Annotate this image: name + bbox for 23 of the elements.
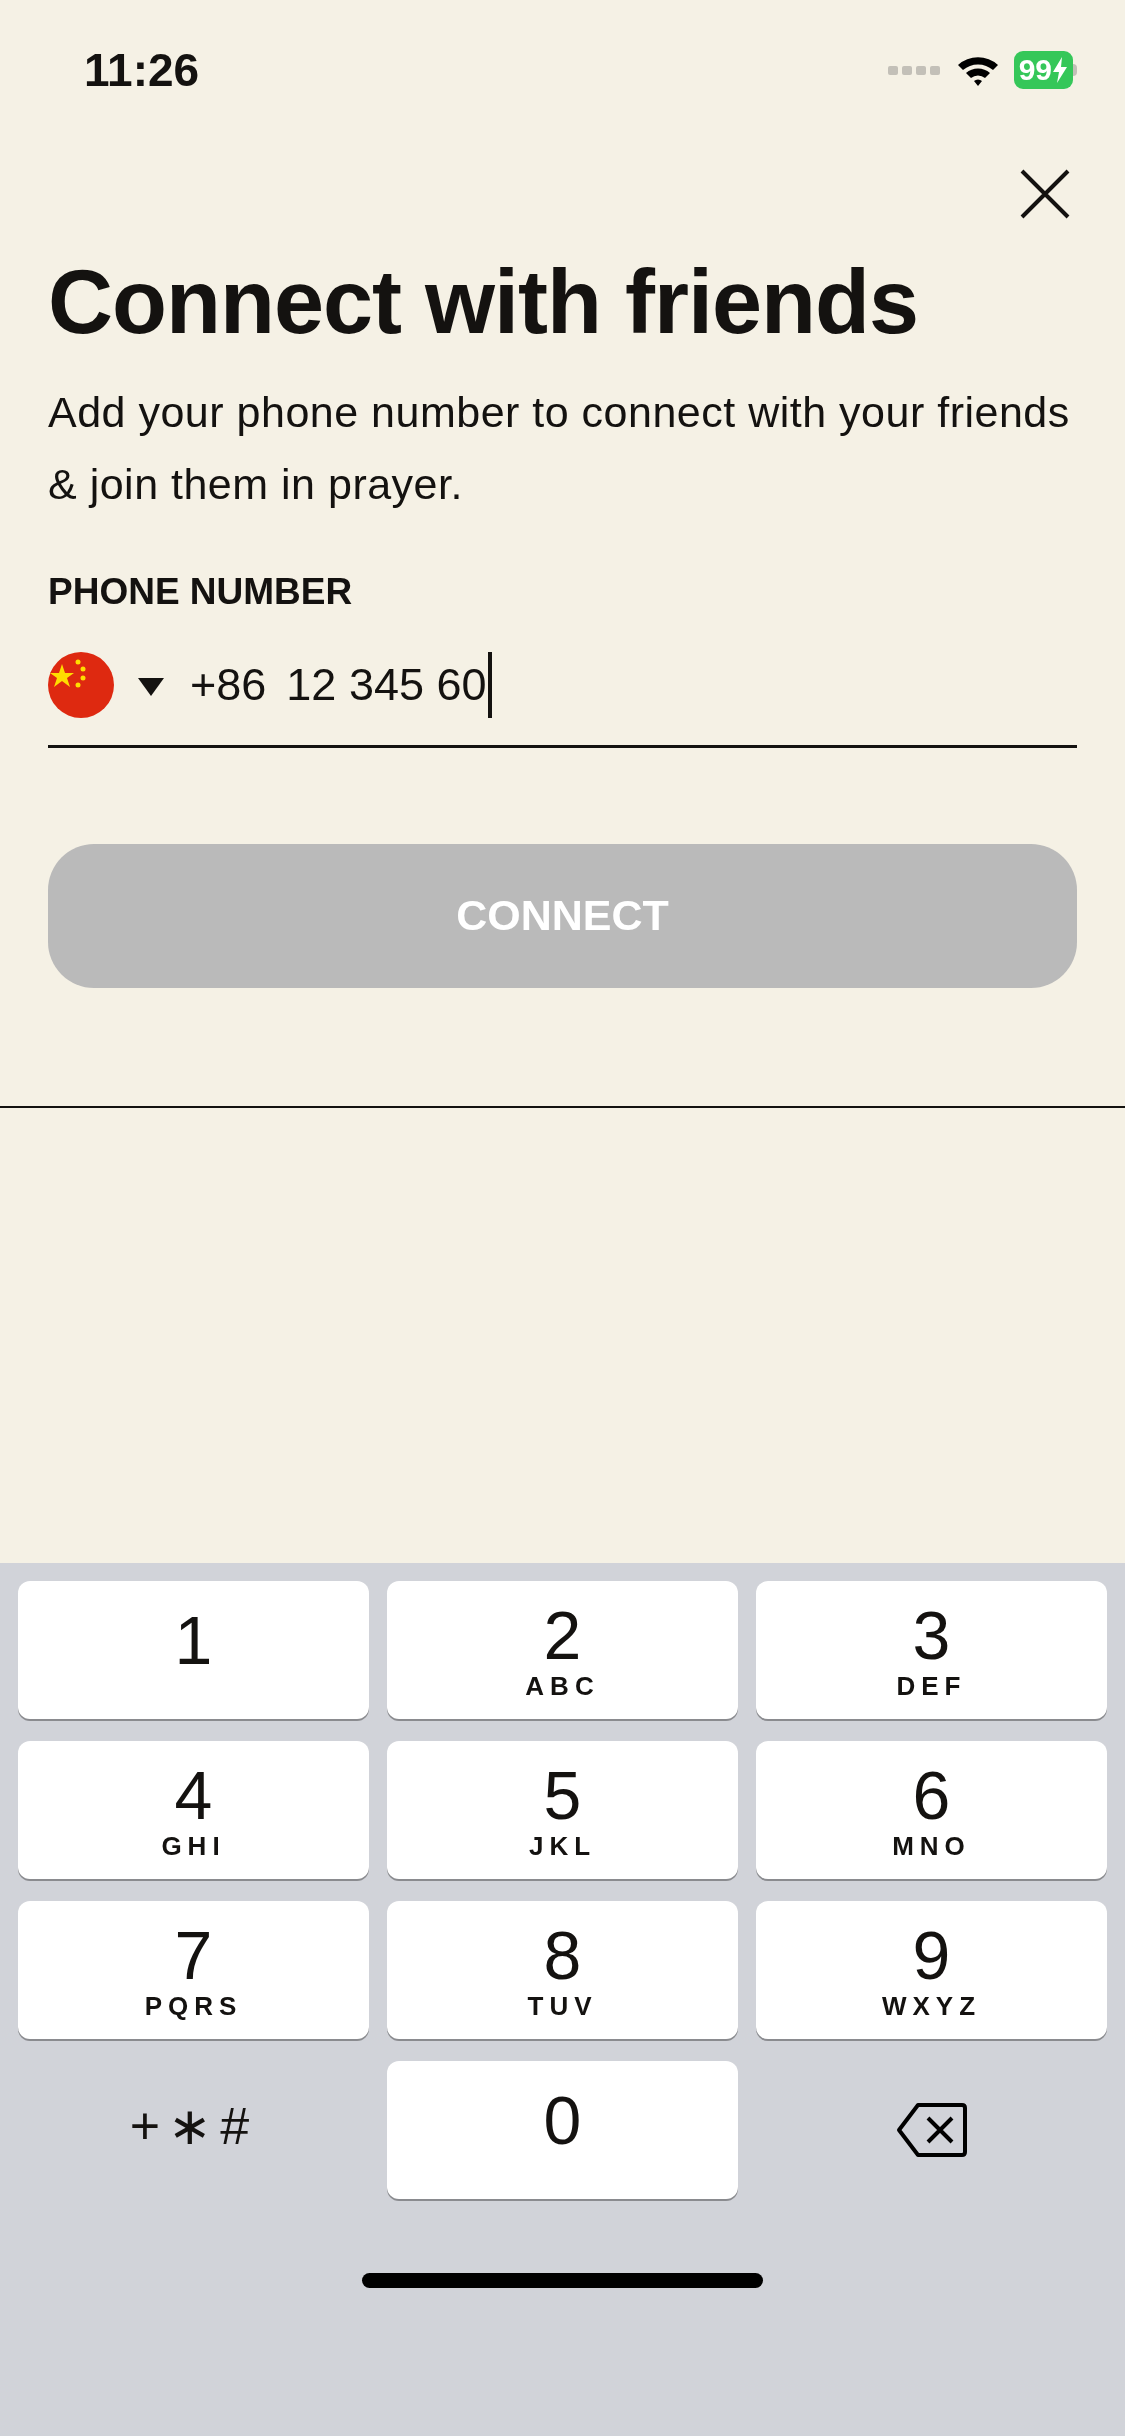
keypad-key[interactable]: 9 WXYZ xyxy=(756,1901,1107,2039)
keypad-key[interactable]: 8 TUV xyxy=(387,1901,738,2039)
backspace-icon xyxy=(895,2102,968,2158)
country-code[interactable]: +86 xyxy=(190,651,267,718)
battery-icon: 99 xyxy=(1013,51,1073,89)
flag-icon xyxy=(48,651,114,718)
keypad-key[interactable]: 6 MNO xyxy=(756,1741,1107,1879)
keypad-key[interactable]: 5 JKL xyxy=(387,1741,738,1879)
keypad-key[interactable]: 0 xyxy=(387,2061,738,2199)
status-time: 11:26 xyxy=(84,42,200,98)
phone-input[interactable]: 12 345 60 xyxy=(286,651,492,718)
keypad-key[interactable]: 1 xyxy=(18,1581,369,1719)
field-label: PHONE NUMBER xyxy=(48,570,354,614)
keypad-key[interactable]: 3 DEF xyxy=(756,1581,1107,1719)
title: Connect with friends xyxy=(48,251,920,354)
keypad-key[interactable]: 4 GHI xyxy=(18,1741,369,1879)
phone-field[interactable]: +86 12 345 60 xyxy=(48,647,1077,748)
keypad-key[interactable]: 7 PQRS xyxy=(18,1901,369,2039)
symbols-key[interactable]: +∗# xyxy=(18,2061,369,2199)
subtitle: Add your phone number to connect with your friends & join them in prayer. xyxy=(48,387,1071,510)
keypad-key[interactable]: 2 ABC xyxy=(387,1581,738,1719)
signal-icon xyxy=(887,64,942,76)
dropdown-caret-icon[interactable] xyxy=(138,677,164,696)
